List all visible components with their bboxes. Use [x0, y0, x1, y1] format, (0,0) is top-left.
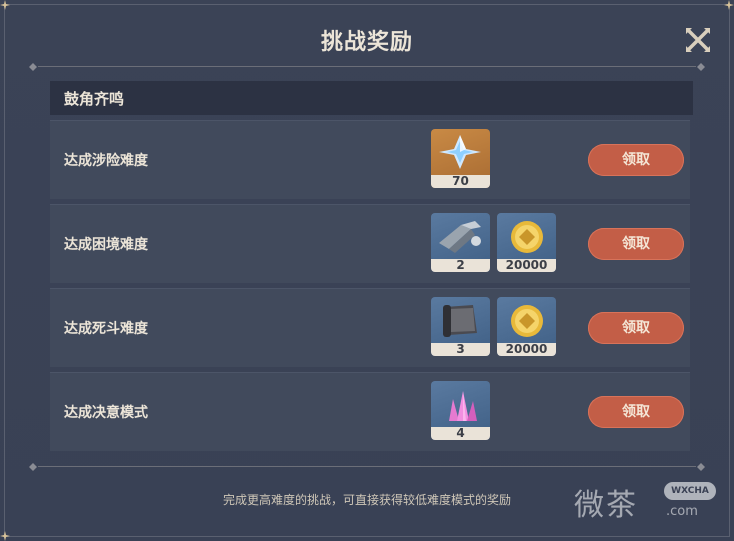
item-count: 70 [431, 175, 490, 188]
item-count: 2 [431, 259, 490, 272]
claim-button[interactable]: 领取 [588, 144, 684, 176]
item-count: 20000 [497, 259, 556, 272]
reward-item[interactable]: 4 [431, 381, 490, 440]
claim-button[interactable]: 领取 [588, 312, 684, 344]
reward-item[interactable]: 3 [431, 297, 490, 356]
primogem-icon [431, 129, 490, 175]
row-label: 达成涉险难度 [64, 153, 148, 169]
weapon-ore-icon [431, 213, 490, 259]
corner-star-icon [724, 0, 734, 10]
top-divider [28, 62, 706, 72]
watermark-url: .com [666, 504, 698, 519]
close-button[interactable] [684, 26, 712, 54]
watermark-badge: WXCHA [664, 482, 716, 500]
row-label: 达成决意模式 [64, 405, 148, 421]
row-label: 达成死斗难度 [64, 321, 148, 337]
item-count: 4 [431, 427, 490, 440]
mora-coin-icon [497, 213, 556, 259]
item-count: 20000 [497, 343, 556, 356]
item-count: 3 [431, 343, 490, 356]
dialog-title: 挑战奖励 [320, 30, 413, 55]
close-icon [686, 28, 710, 52]
section-header: 鼓角齐鸣 [50, 81, 693, 115]
site-watermark: 微茶 WXCHA .com [572, 476, 722, 526]
claim-button[interactable]: 领取 [588, 396, 684, 428]
claim-button[interactable]: 领取 [588, 228, 684, 260]
corner-star-icon [0, 531, 10, 541]
reward-row: 达成涉险难度 70 领取 [50, 120, 690, 199]
mora-coin-icon [497, 297, 556, 343]
reward-row: 达成决意模式 4 领取 [50, 372, 690, 451]
crystal-icon [431, 381, 490, 427]
row-label: 达成困境难度 [64, 237, 148, 253]
reward-item[interactable]: 20000 [497, 297, 556, 356]
reward-row: 达成困境难度 2 20000 领取 [50, 204, 690, 283]
reward-item[interactable]: 20000 [497, 213, 556, 272]
section-title: 鼓角齐鸣 [64, 90, 125, 108]
reward-item[interactable]: 2 [431, 213, 490, 272]
reward-row: 达成死斗难度 3 20000 领取 [50, 288, 690, 367]
scroll-material-icon [431, 297, 490, 343]
watermark-text: 微茶 [574, 488, 638, 523]
bottom-divider [28, 462, 706, 472]
corner-star-icon [0, 0, 10, 10]
reward-item[interactable]: 70 [431, 129, 490, 188]
dialog-frame: 挑战奖励 鼓角齐鸣 达成涉险难度 70 领取 达成困境难度 2 20000 领取… [0, 0, 734, 541]
